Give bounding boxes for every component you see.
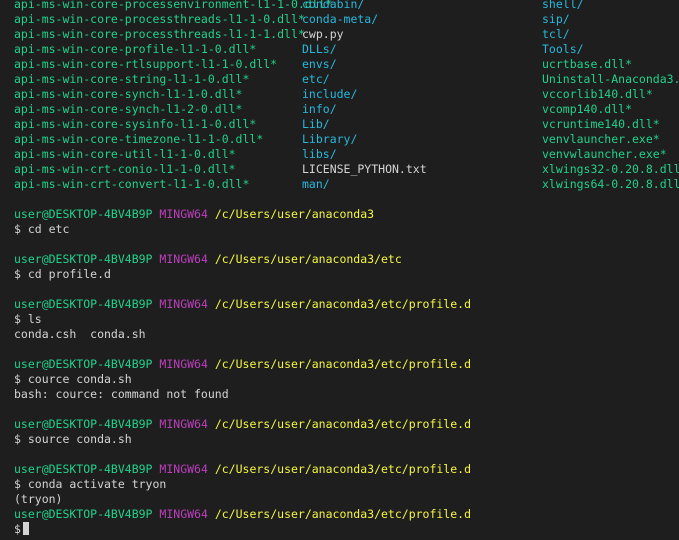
- listing-row: api-ms-win-crt-convert-l1-1-0.dll* man/ …: [0, 177, 679, 192]
- prompt-path: /c/Users/user/anaconda3/etc: [214, 252, 402, 266]
- listing-dir: man/: [302, 177, 330, 191]
- listing-file: api-ms-win-core-synch-l1-2-0.dll*: [14, 102, 243, 116]
- listing-file: api-ms-win-core-string-l1-1-0.dll*: [14, 72, 250, 86]
- command-output: bash: cource: command not found: [14, 387, 229, 401]
- listing-dir: Lib/: [302, 117, 330, 131]
- prompt-env: MINGW64: [159, 507, 208, 521]
- listing-row: api-ms-win-core-sysinfo-l1-1-0.dll* Lib/…: [0, 117, 679, 132]
- listing-dir: DLLs/: [302, 42, 337, 56]
- listing-dir: tcl/: [542, 27, 570, 41]
- listing-file: xlwings64-0.20.8.dll*: [542, 177, 679, 191]
- listing-file: api-ms-win-crt-convert-l1-1-0.dll*: [14, 177, 250, 191]
- listing-row: api-ms-win-core-string-l1-1-0.dll* etc/ …: [0, 72, 679, 87]
- prompt-user: user@DESKTOP-4BV4B9P: [14, 357, 153, 371]
- listing-dir: etc/: [302, 72, 330, 86]
- listing-dir: shell/: [542, 0, 584, 11]
- listing-file: api-ms-win-core-processthreads-l1-1-0.dl…: [14, 12, 305, 26]
- listing-row: api-ms-win-core-processthreads-l1-1-1.dl…: [0, 27, 679, 42]
- prompt-line: user@DESKTOP-4BV4B9P MINGW64 /c/Users/us…: [0, 357, 679, 372]
- listing-row: api-ms-win-core-profile-l1-1-0.dll* DLLs…: [0, 42, 679, 57]
- prompt-user: user@DESKTOP-4BV4B9P: [14, 507, 153, 521]
- listing-dir: sip/: [542, 12, 570, 26]
- command-line: $ cd etc: [14, 222, 70, 236]
- listing-file: venvwlauncher.exe*: [542, 147, 667, 161]
- listing-row: api-ms-win-core-synch-l1-1-0.dll* includ…: [0, 87, 679, 102]
- listing-dir: condabin/: [302, 0, 365, 11]
- listing-row: api-ms-win-core-timezone-l1-1-0.dll* Lib…: [0, 132, 679, 147]
- listing-file: api-ms-win-core-util-l1-1-0.dll*: [14, 147, 236, 161]
- listing-file: api-ms-win-core-timezone-l1-1-0.dll*: [14, 132, 264, 146]
- active-command-line[interactable]: $: [0, 522, 679, 537]
- command-line: $ source conda.sh: [14, 432, 132, 446]
- prompt-env: MINGW64: [159, 357, 208, 371]
- listing-file: vccorlib140.dll*: [542, 87, 653, 101]
- prompt-env: MINGW64: [159, 252, 208, 266]
- listing-dir: Tools/: [542, 42, 584, 56]
- listing-file: vcomp140.dll*: [542, 102, 633, 116]
- prompt-line: user@DESKTOP-4BV4B9P MINGW64 /c/Users/us…: [0, 507, 679, 522]
- prompt-user: user@DESKTOP-4BV4B9P: [14, 417, 153, 431]
- prompt-env: MINGW64: [159, 417, 208, 431]
- command-line: $ cource conda.sh: [14, 372, 132, 386]
- command-line: $ conda activate tryon: [14, 477, 167, 491]
- listing-file: venvlauncher.exe*: [542, 132, 660, 146]
- prompt-user: user@DESKTOP-4BV4B9P: [14, 252, 153, 266]
- command-line: $ ls: [14, 312, 42, 326]
- command-output: conda.csh conda.sh: [14, 327, 146, 341]
- listing-row: api-ms-win-crt-conio-l1-1-0.dll* LICENSE…: [0, 162, 679, 177]
- listing-file: api-ms-win-crt-conio-l1-1-0.dll*: [14, 162, 236, 176]
- listing-file: api-ms-win-core-sysinfo-l1-1-0.dll*: [14, 117, 257, 131]
- listing-dir: conda-meta/: [302, 12, 379, 26]
- prompt-path: /c/Users/user/anaconda3/etc/profile.d: [214, 417, 472, 431]
- listing-file: cwp.py: [302, 27, 344, 41]
- listing-dir: Library/: [302, 132, 358, 146]
- prompt-symbol: $: [14, 522, 21, 536]
- listing-row: api-ms-win-core-processthreads-l1-1-0.dl…: [0, 12, 679, 27]
- prompt-line: user@DESKTOP-4BV4B9P MINGW64 /c/Users/us…: [0, 252, 679, 267]
- listing-row: api-ms-win-core-synch-l1-2-0.dll* info/ …: [0, 102, 679, 117]
- listing-file: LICENSE_PYTHON.txt: [302, 162, 427, 176]
- prompt-user: user@DESKTOP-4BV4B9P: [14, 207, 153, 221]
- command-output: (tryon): [14, 492, 63, 506]
- listing-dir: include/: [302, 87, 358, 101]
- listing-row: api-ms-win-core-util-l1-1-0.dll* libs/ v…: [0, 147, 679, 162]
- prompt-line: user@DESKTOP-4BV4B9P MINGW64 /c/Users/us…: [0, 417, 679, 432]
- listing-row: api-ms-win-core-processenvironment-l1-1-…: [0, 0, 679, 12]
- listing-file: vcruntime140.dll*: [542, 117, 660, 131]
- prompt-path: /c/Users/user/anaconda3: [214, 207, 375, 221]
- listing-dir: libs/: [302, 147, 337, 161]
- terminal-window[interactable]: api-ms-win-core-processenvironment-l1-1-…: [0, 0, 679, 540]
- prompt-env: MINGW64: [159, 297, 208, 311]
- prompt-user: user@DESKTOP-4BV4B9P: [14, 462, 153, 476]
- listing-file: api-ms-win-core-synch-l1-1-0.dll*: [14, 87, 243, 101]
- command-line: $ cd profile.d: [14, 267, 111, 281]
- listing-file: api-ms-win-core-rtlsupport-l1-1-0.dll*: [14, 57, 278, 71]
- listing-dir: envs/: [302, 57, 337, 71]
- listing-file: Uninstall-Anaconda3.exe: [542, 72, 679, 86]
- listing-file: ucrtbase.dll*: [542, 57, 633, 71]
- prompt-path: /c/Users/user/anaconda3/etc/profile.d: [214, 507, 472, 521]
- text-cursor[interactable]: [22, 522, 29, 535]
- listing-dir: info/: [302, 102, 337, 116]
- prompt-path: /c/Users/user/anaconda3/etc/profile.d: [214, 357, 472, 371]
- prompt-path: /c/Users/user/anaconda3/etc/profile.d: [214, 297, 472, 311]
- listing-file: api-ms-win-core-processthreads-l1-1-1.dl…: [14, 27, 305, 41]
- prompt-line: user@DESKTOP-4BV4B9P MINGW64 /c/Users/us…: [0, 207, 679, 222]
- prompt-env: MINGW64: [159, 462, 208, 476]
- listing-file: api-ms-win-core-profile-l1-1-0.dll*: [14, 42, 257, 56]
- listing-row: api-ms-win-core-rtlsupport-l1-1-0.dll* e…: [0, 57, 679, 72]
- prompt-user: user@DESKTOP-4BV4B9P: [14, 297, 153, 311]
- prompt-env: MINGW64: [159, 207, 208, 221]
- prompt-line: user@DESKTOP-4BV4B9P MINGW64 /c/Users/us…: [0, 462, 679, 477]
- listing-file: xlwings32-0.20.8.dll*: [542, 162, 679, 176]
- prompt-line: user@DESKTOP-4BV4B9P MINGW64 /c/Users/us…: [0, 297, 679, 312]
- listing-file: api-ms-win-core-processenvironment-l1-1-…: [14, 0, 333, 11]
- prompt-path: /c/Users/user/anaconda3/etc/profile.d: [214, 462, 472, 476]
